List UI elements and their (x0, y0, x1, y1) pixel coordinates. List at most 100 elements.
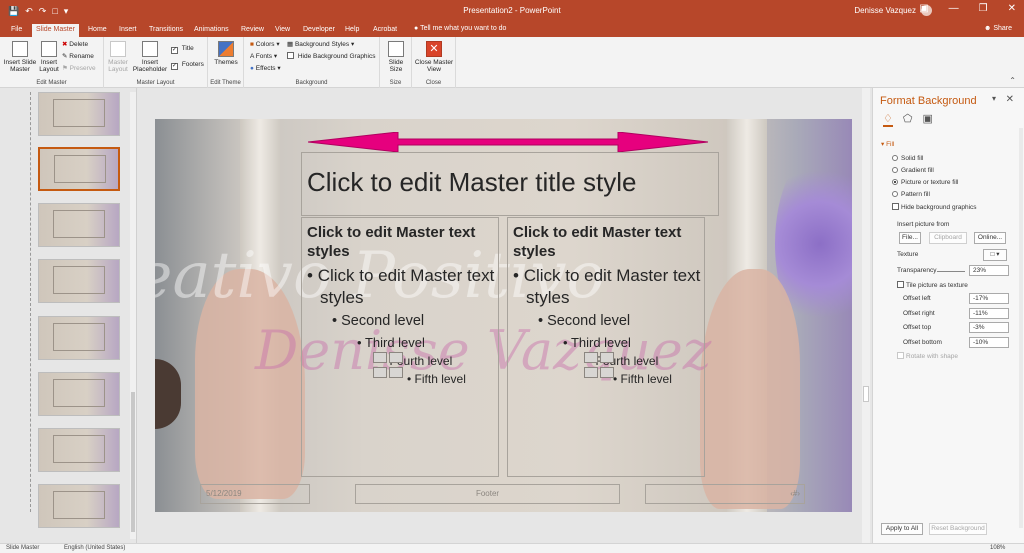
tab-help[interactable]: Help (341, 24, 363, 37)
slide-size-icon (388, 41, 404, 57)
task-pane-options-icon[interactable]: ▾ (992, 94, 996, 103)
editing-area-scrollbar[interactable] (862, 88, 870, 543)
pane-scrollbar[interactable] (1019, 128, 1023, 528)
fonts-dropdown[interactable]: A Fonts ▾ (250, 52, 277, 60)
tab-animations[interactable]: Animations (190, 24, 233, 37)
insert-picture-icon[interactable] (373, 367, 387, 378)
gradient-fill-radio[interactable]: Gradient fill (892, 167, 934, 174)
share-button[interactable]: ☻ Share (984, 25, 1012, 32)
hide-background-graphics-label: Hide Background Graphics (297, 53, 376, 60)
clipboard-button[interactable]: Clipboard (929, 232, 967, 244)
close-master-view-button[interactable]: ✕ Close Master View (414, 41, 454, 73)
fill-bucket-icon[interactable]: ♢ (883, 112, 893, 127)
status-view-name: Slide Master (6, 545, 40, 551)
transparency-spinner[interactable]: 23% (969, 265, 1009, 276)
reset-background-button[interactable]: Reset Background (929, 523, 987, 535)
rename-button[interactable]: ✎ Rename (62, 52, 94, 60)
layout-thumbnail[interactable] (38, 372, 120, 416)
preserve-button[interactable]: ⚑ Preserve (62, 64, 96, 72)
insert-video-icon[interactable] (600, 367, 614, 378)
file-button[interactable]: File... (899, 232, 921, 244)
footers-checkbox[interactable]: ✓ Footers (171, 61, 204, 70)
offset-right-spinner[interactable]: -11% (969, 308, 1009, 319)
tab-view[interactable]: View (271, 24, 294, 37)
layout-thumbnail[interactable] (38, 203, 120, 247)
hide-background-graphics-pane-checkbox[interactable]: Hide background graphics (892, 203, 977, 211)
insert-picture-icon[interactable] (584, 367, 598, 378)
online-button[interactable]: Online... (974, 232, 1006, 244)
offset-top-spinner[interactable]: -3% (969, 322, 1009, 333)
picture-icon[interactable]: ▣ (922, 112, 932, 127)
background-styles-dropdown[interactable]: ▦ Background Styles ▾ (287, 40, 354, 48)
status-zoom[interactable]: 108% (990, 545, 1005, 551)
tab-review[interactable]: Review (237, 24, 268, 37)
tab-file[interactable]: File (7, 24, 26, 37)
restore-icon[interactable]: ❐ (979, 3, 988, 14)
offset-bottom-spinner[interactable]: -10% (969, 337, 1009, 348)
layout-thumbnail-selected[interactable] (38, 147, 120, 191)
title-checkbox[interactable]: ✓ Title (171, 45, 194, 54)
pattern-fill-radio[interactable]: Pattern fill (892, 191, 930, 198)
colors-dropdown[interactable]: ■ Colors ▾ (250, 40, 280, 48)
ribbon-tabs: File Slide Master Home Insert Transition… (0, 22, 1024, 37)
slide-master-canvas[interactable]: Creativo Positivo Denisse Vazquez Click … (155, 119, 852, 512)
content-placeholder-right[interactable]: Click to edit Master text styles • Click… (507, 217, 705, 477)
tab-transitions[interactable]: Transitions (145, 24, 187, 37)
insert-slide-master-button[interactable]: Insert Slide Master (3, 41, 37, 73)
themes-button[interactable]: Themes (212, 41, 240, 66)
layout-thumbnail[interactable] (38, 259, 120, 303)
insert-chart-icon[interactable] (389, 352, 403, 363)
picture-texture-fill-radio[interactable]: Picture or texture fill (892, 179, 958, 186)
insert-chart-icon[interactable] (600, 352, 614, 363)
insert-table-icon[interactable] (373, 352, 387, 363)
title-placeholder[interactable]: Click to edit Master title style (301, 152, 719, 216)
pattern-fill-label: Pattern fill (901, 191, 930, 198)
texture-dropdown[interactable]: □ ▾ (983, 249, 1007, 261)
solid-fill-label: Solid fill (901, 155, 924, 162)
double-arrow-shape[interactable] (308, 132, 708, 152)
tab-acrobat[interactable]: Acrobat (369, 24, 401, 37)
scrollbar-thumb[interactable] (131, 392, 135, 532)
content-placeholder-left[interactable]: Click to edit Master text styles • Click… (301, 217, 499, 477)
offset-right-label: Offset right (903, 310, 935, 317)
thumbnail-scrollbar[interactable] (130, 92, 136, 539)
apply-to-all-button[interactable]: Apply to All (881, 523, 923, 535)
slide-size-button[interactable]: Slide Size (383, 41, 409, 73)
fill-section-header[interactable]: ▾ Fill (881, 140, 894, 148)
insert-video-icon[interactable] (389, 367, 403, 378)
insert-table-icon[interactable] (584, 352, 598, 363)
tab-slide-master[interactable]: Slide Master (32, 24, 79, 37)
footer-placeholder[interactable]: Footer (355, 484, 620, 504)
slide-number-placeholder[interactable]: ‹#› (645, 484, 805, 504)
checkbox-checked-icon: ✓ (171, 47, 178, 54)
user-name[interactable]: Denisse Vazquez (854, 6, 916, 15)
ribbon-display-icon[interactable]: ▣ (919, 3, 928, 14)
insert-layout-button[interactable]: Insert Layout (37, 41, 61, 73)
tab-insert[interactable]: Insert (115, 24, 141, 37)
collapse-ribbon-icon[interactable]: ⌃ (1009, 76, 1016, 85)
hide-background-graphics-checkbox[interactable]: Hide Background Graphics (287, 52, 376, 60)
minimize-icon[interactable]: — (949, 3, 959, 14)
rotate-with-shape-checkbox[interactable]: Rotate with shape (897, 352, 958, 360)
solid-fill-radio[interactable]: Solid fill (892, 155, 923, 162)
tab-developer[interactable]: Developer (299, 24, 339, 37)
layout-thumbnail[interactable] (38, 316, 120, 360)
layout-thumbnail[interactable] (38, 484, 120, 528)
date-placeholder[interactable]: 5/12/2019 (200, 484, 310, 504)
close-icon[interactable]: ✕ (1008, 3, 1016, 14)
offset-left-spinner[interactable]: -17% (969, 293, 1009, 304)
master-layout-button[interactable]: Master Layout (106, 41, 130, 73)
layout-thumbnail[interactable] (38, 92, 120, 136)
delete-button[interactable]: ✖ Delete (62, 40, 88, 48)
pentagon-effects-icon[interactable]: ⬠ (903, 112, 913, 127)
tile-picture-checkbox[interactable]: Tile picture as texture (897, 281, 968, 289)
effects-dropdown[interactable]: ● Effects ▾ (250, 64, 281, 72)
layout-thumbnail[interactable] (38, 428, 120, 472)
transparency-slider[interactable] (937, 271, 965, 272)
tell-me-search[interactable]: ● Tell me what you want to do (414, 25, 506, 32)
insert-placeholder-button[interactable]: Insert Placeholder (130, 41, 170, 73)
tab-home[interactable]: Home (84, 24, 111, 37)
status-language[interactable]: English (United States) (64, 545, 125, 551)
close-pane-icon[interactable]: ✕ (1006, 94, 1014, 105)
scrollbar-thumb[interactable] (863, 386, 869, 402)
